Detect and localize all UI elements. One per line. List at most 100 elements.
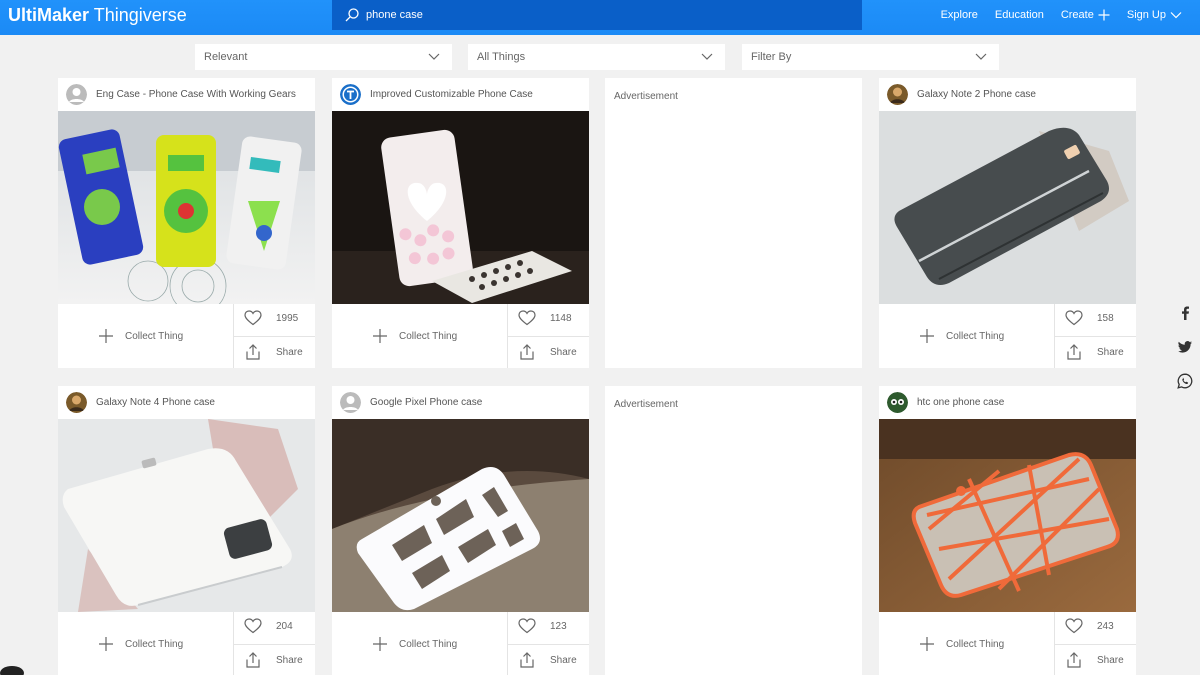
collect-thing-button[interactable]: Collect Thing xyxy=(372,632,457,656)
thing-image[interactable] xyxy=(58,111,315,304)
share-button[interactable]: Share xyxy=(244,344,303,360)
chevron-down-icon xyxy=(428,53,440,60)
share-button[interactable]: Share xyxy=(518,344,577,360)
collect-thing-button[interactable]: Collect Thing xyxy=(98,324,183,348)
nav-explore[interactable]: Explore xyxy=(941,9,978,21)
collect-thing-button[interactable]: Collect Thing xyxy=(98,632,183,656)
collect-label: Collect Thing xyxy=(399,638,458,650)
like-count: 243 xyxy=(1097,620,1114,632)
type-dropdown[interactable]: All Things xyxy=(468,44,725,70)
whatsapp-icon[interactable] xyxy=(1177,373,1193,389)
card-footer: Collect Thing 123 Share xyxy=(332,612,589,675)
plus-icon xyxy=(99,329,113,343)
avatar[interactable] xyxy=(340,392,361,413)
card-footer: Collect Thing 1148 Share xyxy=(332,304,589,368)
like-button[interactable]: 243 xyxy=(1065,618,1114,634)
filter-dropdown[interactable]: Filter By xyxy=(742,44,999,70)
like-button[interactable]: 123 xyxy=(518,618,567,634)
sort-dropdown-value: Relevant xyxy=(204,51,248,63)
share-icon xyxy=(1067,344,1081,360)
thing-card[interactable]: Galaxy Note 4 Phone case Collect Thing 2… xyxy=(58,386,315,675)
nav-signup[interactable]: Sign Up xyxy=(1127,9,1182,21)
filter-dropdown-value: Filter By xyxy=(751,51,792,63)
logo-brand: UltiMaker xyxy=(8,5,90,25)
nav-create[interactable]: Create xyxy=(1061,9,1110,21)
avatar[interactable] xyxy=(340,84,361,105)
avatar[interactable] xyxy=(66,84,87,105)
card-header: Galaxy Note 2 Phone case xyxy=(879,78,1136,111)
like-button[interactable]: 1995 xyxy=(244,310,298,326)
thing-image[interactable] xyxy=(58,419,315,612)
card-header: htc one phone case xyxy=(879,386,1136,419)
collect-label: Collect Thing xyxy=(125,638,184,650)
twitter-icon[interactable] xyxy=(1177,339,1193,355)
advertisement-slot: Advertisement xyxy=(605,386,862,675)
thing-card[interactable]: Improved Customizable Phone Case Collect… xyxy=(332,78,589,368)
share-label: Share xyxy=(1097,346,1124,358)
thing-image[interactable] xyxy=(332,111,589,304)
like-count: 123 xyxy=(550,620,567,632)
card-title[interactable]: Eng Case - Phone Case With Working Gears xyxy=(96,89,296,100)
card-header: Galaxy Note 4 Phone case xyxy=(58,386,315,419)
main-nav: Explore Education Create Sign Up xyxy=(941,0,1182,30)
thing-image[interactable] xyxy=(879,111,1136,304)
card-footer: Collect Thing 1995 Share xyxy=(58,304,315,368)
thing-card[interactable]: Eng Case - Phone Case With Working Gears… xyxy=(58,78,315,368)
share-button[interactable]: Share xyxy=(1065,652,1124,668)
collect-label: Collect Thing xyxy=(946,330,1005,342)
avatar[interactable] xyxy=(66,392,87,413)
card-header: Improved Customizable Phone Case xyxy=(332,78,589,111)
card-title[interactable]: Improved Customizable Phone Case xyxy=(370,89,533,100)
like-button[interactable]: 158 xyxy=(1065,310,1114,326)
collect-thing-button[interactable]: Collect Thing xyxy=(372,324,457,348)
like-button[interactable]: 204 xyxy=(244,618,293,634)
like-button[interactable]: 1148 xyxy=(518,310,572,326)
chevron-down-icon xyxy=(975,53,987,60)
share-icon xyxy=(246,344,260,360)
heart-icon xyxy=(244,618,262,634)
chevron-down-icon xyxy=(701,53,713,60)
search-input[interactable] xyxy=(366,5,846,25)
collect-thing-button[interactable]: Collect Thing xyxy=(919,324,1004,348)
thing-image[interactable] xyxy=(879,419,1136,612)
sort-dropdown[interactable]: Relevant xyxy=(195,44,452,70)
divider xyxy=(1054,644,1136,645)
collect-label: Collect Thing xyxy=(399,330,458,342)
card-footer: Collect Thing 158 Share xyxy=(879,304,1136,368)
card-title[interactable]: Google Pixel Phone case xyxy=(370,397,482,408)
site-logo[interactable]: UltiMaker Thingiverse xyxy=(8,5,187,25)
heart-icon xyxy=(518,618,536,634)
avatar[interactable] xyxy=(887,392,908,413)
page-corner-widget xyxy=(0,666,24,675)
share-icon xyxy=(520,344,534,360)
share-button[interactable]: Share xyxy=(244,652,303,668)
nav-create-label: Create xyxy=(1060,9,1094,21)
avatar[interactable] xyxy=(887,84,908,105)
social-share-bar xyxy=(1170,305,1200,389)
share-icon xyxy=(246,652,260,668)
plus-icon xyxy=(920,637,934,651)
plus-icon xyxy=(373,637,387,651)
divider xyxy=(233,336,315,337)
like-count: 1148 xyxy=(550,312,572,324)
facebook-icon[interactable] xyxy=(1177,305,1193,321)
card-footer: Collect Thing 204 Share xyxy=(58,612,315,675)
collect-thing-button[interactable]: Collect Thing xyxy=(919,632,1004,656)
thing-image[interactable] xyxy=(332,419,589,612)
thing-card[interactable]: Galaxy Note 2 Phone case Collect Thing 1… xyxy=(879,78,1136,368)
card-title[interactable]: htc one phone case xyxy=(917,397,1004,408)
divider xyxy=(507,336,589,337)
plus-icon xyxy=(373,329,387,343)
share-label: Share xyxy=(276,654,303,666)
heart-icon xyxy=(1065,310,1083,326)
thing-card[interactable]: Google Pixel Phone case Collect Thing 12… xyxy=(332,386,589,675)
heart-icon xyxy=(244,310,262,326)
thing-card[interactable]: htc one phone case Collect Thing 243 Sha… xyxy=(879,386,1136,675)
share-button[interactable]: Share xyxy=(518,652,577,668)
share-button[interactable]: Share xyxy=(1065,344,1124,360)
card-title[interactable]: Galaxy Note 4 Phone case xyxy=(96,397,215,408)
nav-explore-label: Explore xyxy=(940,9,978,21)
nav-education[interactable]: Education xyxy=(995,9,1044,21)
search-icon[interactable] xyxy=(344,7,360,23)
card-title[interactable]: Galaxy Note 2 Phone case xyxy=(917,89,1036,100)
